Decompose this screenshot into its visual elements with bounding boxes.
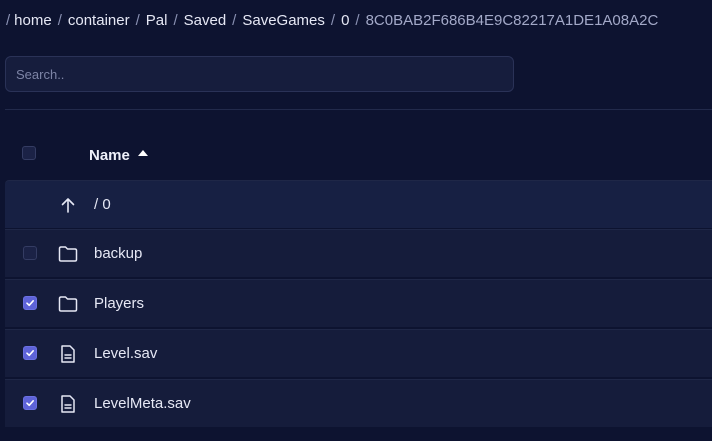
breadcrumb-separator: / bbox=[173, 11, 178, 29]
arrow-up-icon bbox=[57, 194, 79, 216]
file-icon bbox=[57, 393, 79, 415]
row-name: Players bbox=[94, 295, 145, 312]
checkmark-icon bbox=[26, 400, 34, 407]
name-column-header[interactable]: Name bbox=[89, 147, 148, 164]
row-name: Level.sav bbox=[94, 345, 158, 362]
search-box bbox=[5, 56, 514, 92]
breadcrumb-separator: / bbox=[355, 11, 360, 29]
breadcrumb-item-0[interactable]: 0 bbox=[341, 12, 349, 29]
breadcrumb-item-container[interactable]: container bbox=[68, 12, 130, 29]
breadcrumb-item-saved[interactable]: Saved bbox=[184, 12, 227, 29]
breadcrumb: / home / container / Pal / Saved / SaveG… bbox=[6, 10, 658, 30]
table-header: Name bbox=[5, 133, 712, 177]
breadcrumb-item-pal[interactable]: Pal bbox=[146, 12, 168, 29]
breadcrumb-separator: / bbox=[135, 11, 140, 29]
select-all-checkbox[interactable] bbox=[22, 146, 36, 160]
checkmark-icon bbox=[26, 350, 34, 357]
search-input[interactable] bbox=[6, 57, 513, 91]
table-row[interactable]: Players bbox=[5, 279, 712, 327]
breadcrumb-current: 8C0BAB2F686B4E9C82217A1DE1A08A2C bbox=[365, 11, 659, 29]
table-row[interactable]: Level.sav bbox=[5, 329, 712, 377]
row-checkbox[interactable] bbox=[23, 246, 37, 260]
folder-icon bbox=[57, 293, 79, 315]
row-name: LevelMeta.sav bbox=[94, 395, 191, 412]
row-checkbox[interactable] bbox=[23, 296, 37, 310]
table-row[interactable]: LevelMeta.sav bbox=[5, 379, 712, 427]
breadcrumb-item-home[interactable]: home bbox=[14, 12, 52, 29]
breadcrumb-separator: / bbox=[330, 11, 336, 29]
row-name: backup bbox=[94, 245, 143, 262]
row-checkbox[interactable] bbox=[23, 396, 37, 410]
breadcrumb-item-savegames[interactable]: SaveGames bbox=[242, 12, 325, 29]
sort-ascending-icon bbox=[137, 149, 148, 156]
breadcrumb-separator: / bbox=[57, 11, 62, 29]
parent-directory-row[interactable]: / 0 bbox=[5, 180, 712, 228]
name-column-label: Name bbox=[89, 147, 130, 164]
checkmark-icon bbox=[26, 300, 34, 307]
folder-icon bbox=[57, 243, 79, 265]
parent-directory-label: / 0 bbox=[94, 196, 111, 213]
file-icon bbox=[57, 343, 79, 365]
divider bbox=[5, 109, 712, 110]
breadcrumb-separator: / bbox=[232, 11, 237, 29]
table-row[interactable]: backup bbox=[5, 229, 712, 277]
breadcrumb-separator: / bbox=[6, 11, 11, 29]
row-checkbox[interactable] bbox=[23, 346, 37, 360]
